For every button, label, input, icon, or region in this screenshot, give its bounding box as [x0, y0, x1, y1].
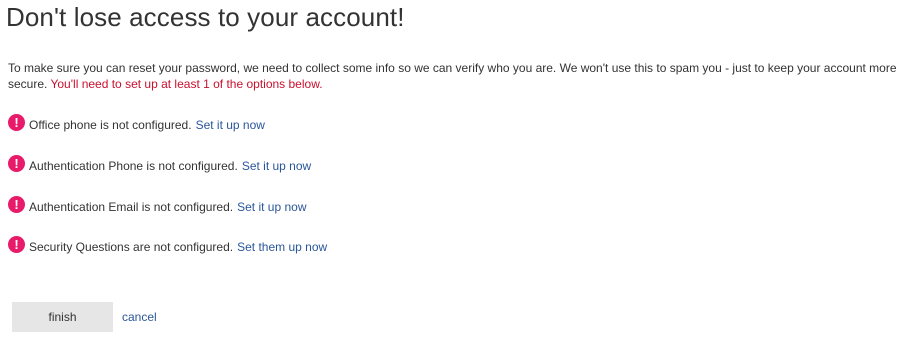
option-status-text: Authentication Phone is not configured. [29, 159, 238, 173]
exclamation-alert-icon: ! [8, 195, 25, 213]
set-up-office-phone-link[interactable]: Set it up now [196, 118, 265, 132]
option-authentication-email: ! Authentication Email is not configured… [8, 195, 307, 217]
cancel-link[interactable]: cancel [122, 310, 157, 324]
option-status-text: Authentication Email is not configured. [29, 200, 234, 214]
set-up-authentication-phone-link[interactable]: Set it up now [242, 159, 311, 173]
exclamation-alert-icon: ! [8, 235, 25, 253]
exclamation-alert-icon: ! [8, 113, 25, 131]
option-status-text: Office phone is not configured. [29, 118, 192, 132]
set-up-security-questions-link[interactable]: Set them up now [237, 240, 327, 254]
page-title: Don't lose access to your account! [6, 2, 405, 32]
option-office-phone: ! Office phone is not configured. Set it… [8, 113, 265, 135]
intro-paragraph: To make sure you can reset your password… [8, 60, 910, 92]
exclamation-alert-icon: ! [8, 154, 25, 172]
option-authentication-phone: ! Authentication Phone is not configured… [8, 154, 311, 176]
option-status-text: Security Questions are not configured. [29, 240, 234, 254]
option-security-questions: ! Security Questions are not configured.… [8, 235, 327, 257]
finish-button[interactable]: finish [12, 302, 113, 332]
intro-warning: You'll need to set up at least 1 of the … [50, 77, 323, 91]
set-up-authentication-email-link[interactable]: Set it up now [237, 200, 306, 214]
